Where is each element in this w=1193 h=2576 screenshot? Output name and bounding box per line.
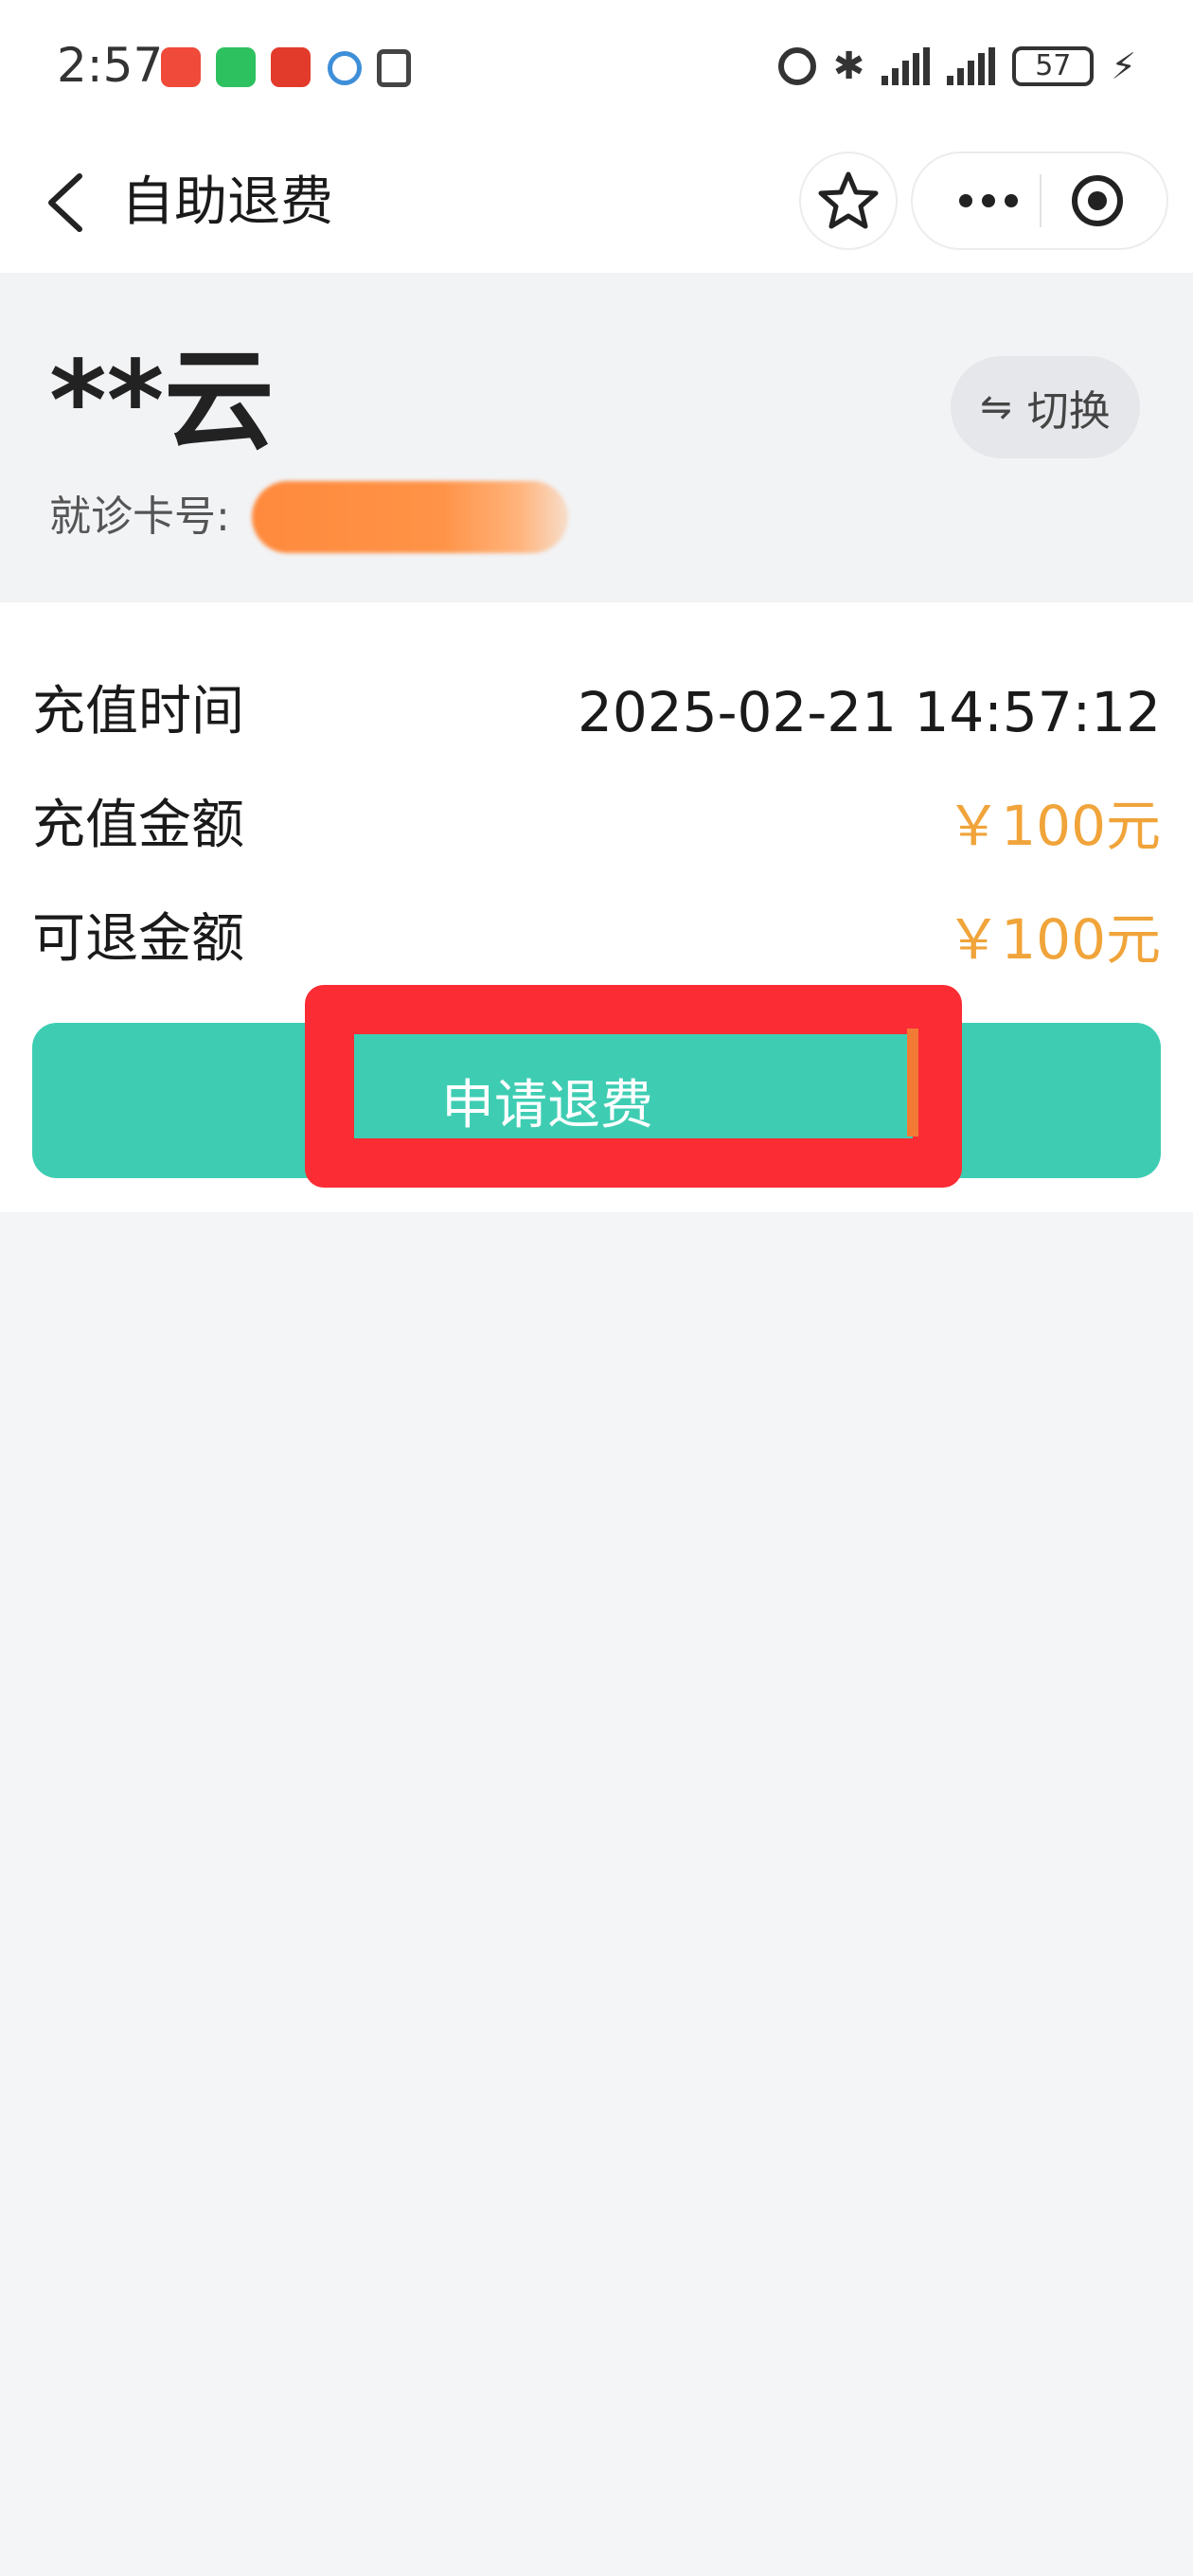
alarm-icon bbox=[777, 47, 816, 85]
refundable-amount-label: 可退金额 bbox=[32, 908, 244, 970]
charging-icon: ⚡ bbox=[1111, 45, 1136, 87]
target-icon bbox=[1072, 175, 1123, 226]
signal-icon bbox=[881, 47, 931, 85]
nfc-icon bbox=[377, 49, 411, 87]
battery-icon: 57 bbox=[1012, 46, 1095, 86]
detail-row: 充值时间 2025-02-21 14:57:12 bbox=[32, 674, 1161, 750]
signal-icon bbox=[947, 47, 996, 85]
favorite-button[interactable] bbox=[801, 153, 896, 248]
system-icons: ✱ 57 ⚡ bbox=[777, 42, 1136, 91]
chat-app-icon bbox=[328, 51, 362, 85]
switch-icon: ⇋ bbox=[980, 385, 1012, 429]
switch-patient-button[interactable]: ⇋ 切换 bbox=[951, 356, 1140, 458]
detail-row: 充值金额 ￥100元 bbox=[32, 788, 1161, 864]
card-number-label: 就诊卡号: bbox=[49, 492, 230, 541]
status-time: 2:57 bbox=[57, 38, 164, 93]
back-icon[interactable] bbox=[38, 165, 95, 241]
recharge-time-label: 充值时间 bbox=[32, 681, 244, 742]
recharge-amount-value: ￥100元 bbox=[946, 794, 1161, 858]
status-bar: 2:57 ✱ 57 ⚡ bbox=[0, 0, 1193, 133]
star-icon bbox=[818, 171, 879, 229]
bluetooth-icon: ✱ bbox=[832, 45, 865, 88]
patient-name: **云 bbox=[49, 337, 275, 465]
recharge-time-value: 2025-02-21 14:57:12 bbox=[578, 680, 1161, 744]
more-icon bbox=[959, 194, 1018, 207]
annotation-edge bbox=[907, 1029, 918, 1136]
nav-bar: 自助退费 bbox=[0, 133, 1193, 273]
more-button[interactable] bbox=[951, 177, 1026, 224]
annotation-highlight-box bbox=[305, 985, 962, 1188]
switch-label: 切换 bbox=[1026, 387, 1111, 436]
taobao-app-icon bbox=[271, 47, 311, 87]
recharge-amount-label: 充值金额 bbox=[32, 795, 244, 856]
phone-app-icon bbox=[161, 47, 201, 87]
wechat-app-icon bbox=[216, 47, 256, 87]
capsule-divider bbox=[1040, 174, 1042, 227]
close-mini-program-button[interactable] bbox=[1069, 172, 1126, 229]
page-title: 自助退费 bbox=[121, 171, 333, 233]
patient-card: **云 就诊卡号: ⇋ 切换 bbox=[0, 273, 1193, 602]
recharge-details: 充值时间 2025-02-21 14:57:12 充值金额 ￥100元 可退金额… bbox=[0, 602, 1193, 1212]
card-number-redacted bbox=[252, 481, 568, 553]
refundable-amount-value: ￥100元 bbox=[946, 907, 1161, 972]
mini-program-capsule bbox=[913, 153, 1166, 248]
detail-row: 可退金额 ￥100元 bbox=[32, 902, 1161, 977]
